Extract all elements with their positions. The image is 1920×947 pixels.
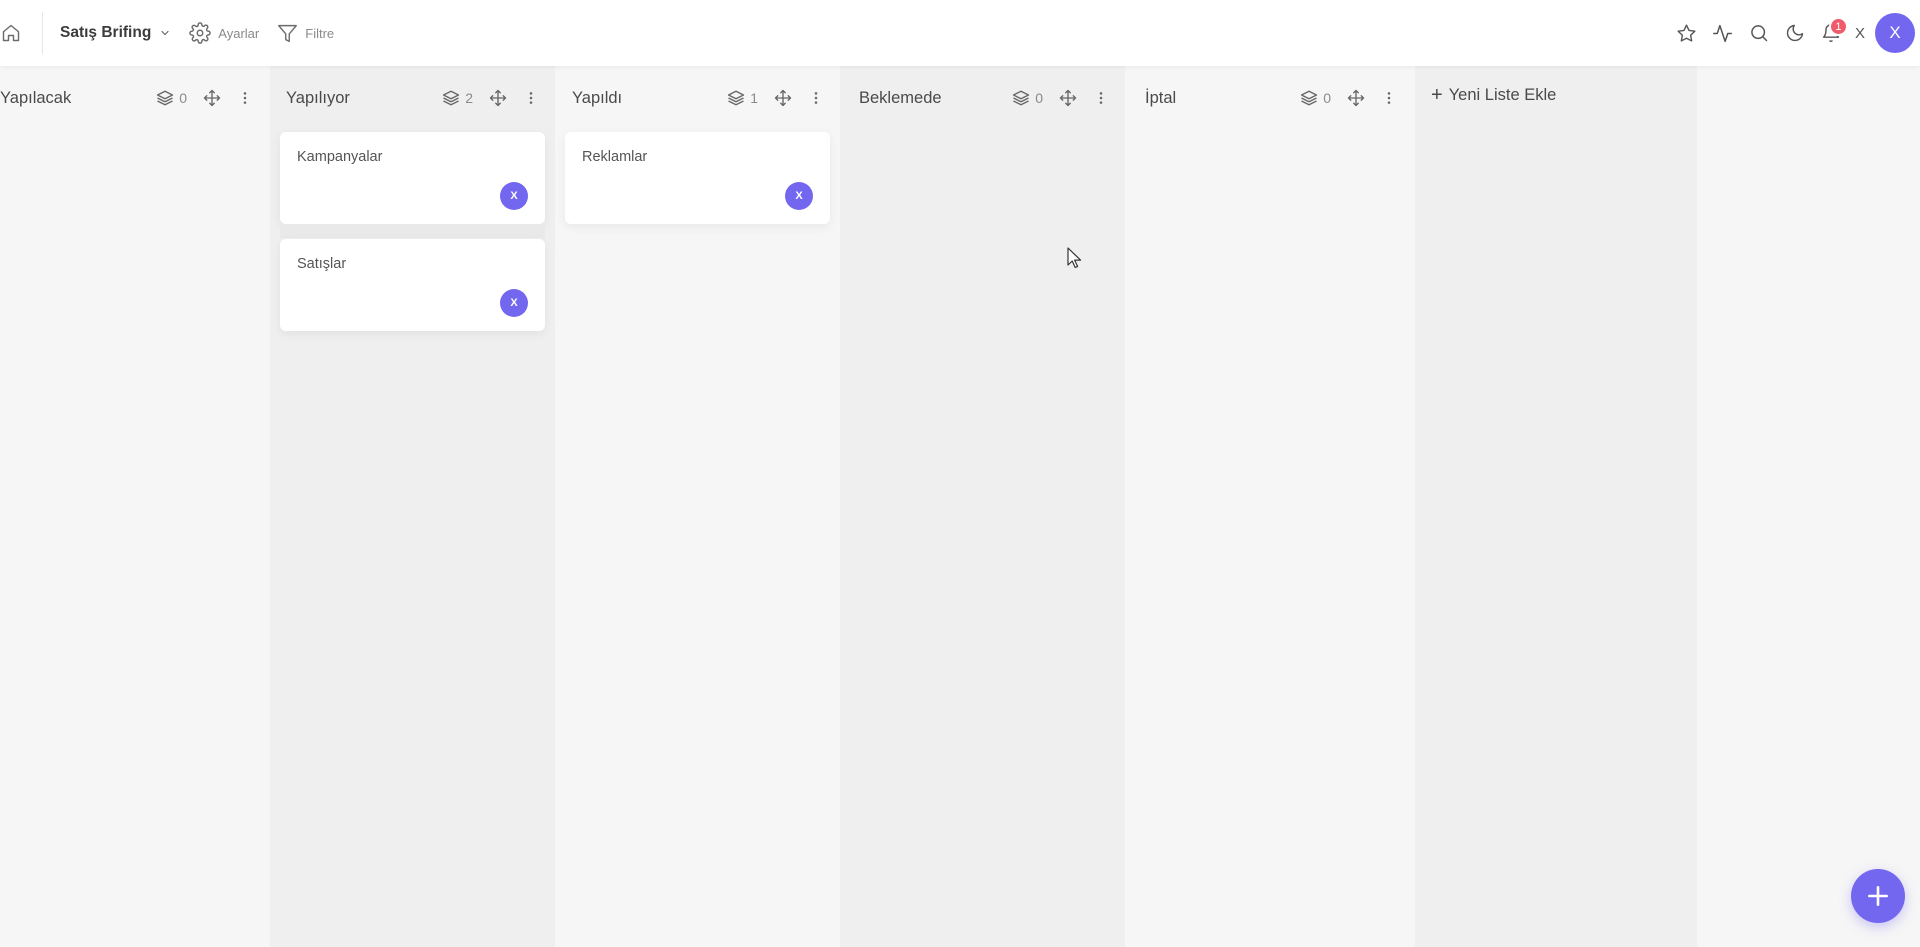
move-icon <box>489 89 507 107</box>
user-name: X <box>1854 24 1865 42</box>
filter-label: Filtre <box>305 25 335 41</box>
move-icon <box>203 89 221 107</box>
plus-icon: + <box>1431 84 1443 106</box>
task-card[interactable]: Kampanyalar X <box>280 132 545 224</box>
settings-button[interactable]: Ayarlar <box>189 22 259 44</box>
card-count: 1 <box>727 89 758 107</box>
list-header: Yapıldı 1 <box>555 85 840 111</box>
move-icon <box>774 89 792 107</box>
layers-icon <box>728 90 745 106</box>
activity-icon <box>1713 24 1733 42</box>
list-title: Yapılıyor <box>286 88 350 107</box>
top-bar: Satış Brifing Ayarlar Filtre 1 X X <box>0 0 1920 66</box>
add-list-column <box>1415 66 1697 947</box>
layers-icon <box>157 90 174 106</box>
card-count: 0 <box>1300 89 1331 107</box>
home-button[interactable] <box>0 22 22 44</box>
list-header: İptal 0 <box>1125 85 1415 111</box>
more-vertical-icon <box>1099 92 1103 104</box>
gear-icon <box>189 22 212 44</box>
card-title: Satışlar <box>297 256 347 272</box>
more-vertical-icon <box>814 92 818 104</box>
card-assignee-avatar[interactable]: X <box>500 182 528 210</box>
move-list-handle[interactable] <box>489 89 507 107</box>
top-bar-left: Satış Brifing Ayarlar Filtre <box>0 0 334 66</box>
card-drop-zone <box>280 224 545 238</box>
list-menu-button[interactable] <box>808 89 824 107</box>
list-header: Yapılacak 0 <box>0 85 270 111</box>
card-assignee-avatar[interactable]: X <box>500 289 528 317</box>
mouse-cursor-icon <box>1067 247 1083 274</box>
task-card[interactable]: Satışlar X <box>280 239 545 331</box>
card-count: 0 <box>1012 89 1043 107</box>
dark-mode-toggle[interactable] <box>1777 15 1813 51</box>
list-title: Beklemede <box>859 88 942 107</box>
list-menu-button[interactable] <box>237 89 253 107</box>
list-column-todo: Yapılacak 0 <box>0 66 270 947</box>
card-count: 0 <box>156 89 187 107</box>
list-column-done: Yapıldı 1 Reklamlar X <box>555 66 840 947</box>
moon-icon <box>1786 24 1804 42</box>
search-button[interactable] <box>1741 15 1777 51</box>
task-card[interactable]: Reklamlar X <box>565 132 830 224</box>
board-empty-area <box>1697 66 1920 947</box>
more-vertical-icon <box>243 92 247 104</box>
list-column-in-progress: Yapılıyor 2 Kampanyalar X Satışlar X <box>270 66 555 947</box>
notifications-button[interactable]: 1 <box>1813 15 1849 51</box>
list-header: Beklemede 0 <box>840 85 1125 111</box>
card-assignee-avatar[interactable]: X <box>785 182 813 210</box>
search-icon <box>1751 25 1768 42</box>
list-title: İptal <box>1145 88 1177 107</box>
chevron-down-icon <box>159 27 171 39</box>
kanban-board: Yapılacak 0 Yapılıyor 2 Kampanyalar X Sa… <box>0 66 1920 947</box>
layers-icon <box>1301 90 1318 106</box>
list-header: Yapılıyor 2 <box>270 85 555 111</box>
list-column-waiting: Beklemede 0 <box>840 66 1125 947</box>
move-list-handle[interactable] <box>1059 89 1077 107</box>
notification-badge: 1 <box>1828 17 1848 36</box>
user-avatar[interactable]: X <box>1875 13 1915 53</box>
filter-icon <box>278 24 298 42</box>
top-bar-right: 1 X X <box>1669 0 1920 66</box>
layers-icon <box>443 90 460 106</box>
layers-icon <box>1013 90 1030 106</box>
home-icon <box>2 24 20 42</box>
add-list-button[interactable]: + Yeni Liste Ekle <box>1431 85 1556 105</box>
move-list-handle[interactable] <box>203 89 221 107</box>
move-list-handle[interactable] <box>774 89 792 107</box>
board-title: Satış Brifing <box>60 24 152 41</box>
more-vertical-icon <box>1387 92 1391 104</box>
bookmark-button[interactable] <box>1669 15 1705 51</box>
activity-button[interactable] <box>1705 15 1741 51</box>
add-list-label: Yeni Liste Ekle <box>1448 85 1557 104</box>
list-menu-button[interactable] <box>1093 89 1109 107</box>
list-title: Yapıldı <box>572 88 623 107</box>
filter-button[interactable]: Filtre <box>277 23 334 44</box>
board-selector[interactable]: Satış Brifing <box>60 24 171 42</box>
floating-add-button[interactable] <box>1851 869 1905 923</box>
plus-icon <box>1868 886 1888 906</box>
star-icon <box>1677 23 1696 42</box>
list-menu-button[interactable] <box>1381 89 1397 107</box>
card-title: Reklamlar <box>582 149 648 165</box>
more-vertical-icon <box>529 92 533 104</box>
move-list-handle[interactable] <box>1347 89 1365 107</box>
list-column-cancelled: İptal 0 <box>1125 66 1415 947</box>
move-icon <box>1347 89 1365 107</box>
settings-label: Ayarlar <box>218 25 260 41</box>
list-title: Yapılacak <box>0 88 72 107</box>
move-icon <box>1059 89 1077 107</box>
top-bar-divider <box>42 12 43 54</box>
card-title: Kampanyalar <box>297 149 383 165</box>
card-count: 2 <box>442 89 473 107</box>
list-menu-button[interactable] <box>523 89 539 107</box>
